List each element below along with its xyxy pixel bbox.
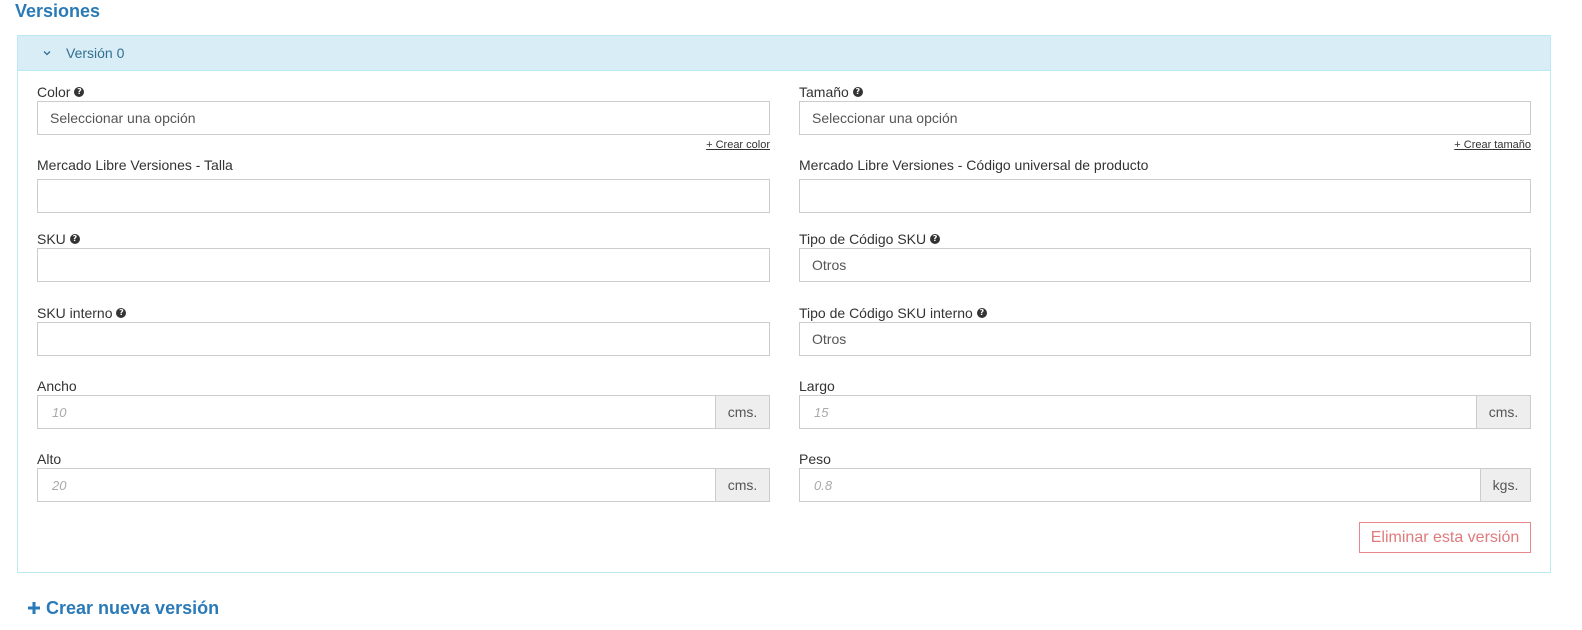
create-version-button[interactable]: Crear nueva versión — [27, 598, 219, 619]
tipo-sku-select[interactable]: Otros — [799, 248, 1531, 282]
tipo-sku-interno-select-value: Otros — [812, 331, 847, 347]
tamano-select-value: Seleccionar una opción — [812, 110, 958, 126]
ml-talla-field[interactable] — [50, 187, 757, 205]
peso-label-text: Peso — [799, 451, 831, 467]
largo-unit-addon: cms. — [1476, 395, 1531, 429]
tamano-label: Tamaño ? — [799, 84, 863, 100]
largo-label-text: Largo — [799, 378, 835, 394]
delete-version-button[interactable]: Eliminar esta versión — [1359, 522, 1531, 553]
alto-field[interactable] — [50, 476, 703, 494]
ml-codigo-input[interactable] — [799, 179, 1531, 213]
tipo-sku-interno-label: Tipo de Código SKU interno ? — [799, 305, 987, 321]
tipo-sku-label: Tipo de Código SKU ? — [799, 231, 941, 247]
alto-label: Alto — [37, 451, 61, 467]
ml-talla-label: Mercado Libre Versiones - Talla — [37, 157, 233, 173]
sku-interno-label: SKU interno ? — [37, 305, 127, 321]
question-circle-icon[interactable]: ? — [930, 234, 941, 244]
create-version-label: Crear nueva versión — [46, 598, 220, 618]
largo-label: Largo — [799, 378, 835, 394]
question-circle-icon[interactable]: ? — [69, 234, 80, 244]
chevron-down-icon — [42, 47, 54, 59]
create-color-link[interactable]: + Crear color — [706, 139, 770, 151]
tipo-sku-interno-select[interactable]: Otros — [799, 322, 1531, 356]
question-circle-icon[interactable]: ? — [116, 308, 127, 318]
ml-codigo-field[interactable] — [812, 187, 1518, 205]
sku-interno-label-text: SKU interno — [37, 305, 113, 321]
ancho-field[interactable] — [50, 403, 703, 421]
question-circle-icon[interactable]: ? — [976, 308, 987, 318]
color-label: Color ? — [37, 84, 85, 100]
tipo-sku-select-value: Otros — [812, 257, 847, 273]
section-title: Versiones — [15, 1, 101, 21]
sku-label: SKU ? — [37, 231, 80, 247]
sku-label-text: SKU — [37, 231, 66, 247]
version-title: Versión 0 — [66, 45, 125, 61]
ml-codigo-label-text: Mercado Libre Versiones - Código univers… — [799, 157, 1149, 173]
version-panel-header[interactable]: Versión 0 — [18, 36, 1550, 71]
tamano-select[interactable]: Seleccionar una opción — [799, 101, 1531, 135]
question-circle-icon[interactable]: ? — [852, 87, 863, 97]
largo-field[interactable] — [812, 403, 1464, 421]
sku-interno-input[interactable] — [37, 322, 770, 356]
sku-interno-field[interactable] — [50, 330, 757, 348]
alto-input[interactable] — [37, 468, 716, 502]
largo-input[interactable] — [799, 395, 1477, 429]
question-circle-icon[interactable]: ? — [74, 87, 85, 97]
alto-unit-addon: cms. — [715, 468, 770, 502]
tipo-sku-interno-label-text: Tipo de Código SKU interno — [799, 305, 973, 321]
ml-codigo-label: Mercado Libre Versiones - Código univers… — [799, 157, 1148, 173]
color-select[interactable]: Seleccionar una opción — [37, 101, 770, 135]
ancho-label-text: Ancho — [37, 378, 77, 394]
create-size-link[interactable]: + Crear tamaño — [1454, 139, 1531, 151]
peso-field[interactable] — [812, 476, 1468, 494]
ml-talla-label-text: Mercado Libre Versiones - Talla — [37, 157, 233, 173]
sku-field[interactable] — [50, 256, 757, 274]
alto-label-text: Alto — [37, 451, 62, 467]
color-label-text: Color — [37, 84, 71, 100]
color-select-value: Seleccionar una opción — [50, 110, 196, 126]
peso-label: Peso — [799, 451, 831, 467]
ancho-input[interactable] — [37, 395, 716, 429]
sku-input[interactable] — [37, 248, 770, 282]
ancho-label: Ancho — [37, 378, 77, 394]
peso-input[interactable] — [799, 468, 1481, 502]
tipo-sku-label-text: Tipo de Código SKU — [799, 231, 927, 247]
plus-icon — [27, 600, 41, 618]
ml-talla-input[interactable] — [37, 179, 770, 213]
tamano-label-text: Tamaño — [799, 84, 849, 100]
ancho-unit-addon: cms. — [715, 395, 770, 429]
peso-unit-addon: kgs. — [1480, 468, 1531, 502]
